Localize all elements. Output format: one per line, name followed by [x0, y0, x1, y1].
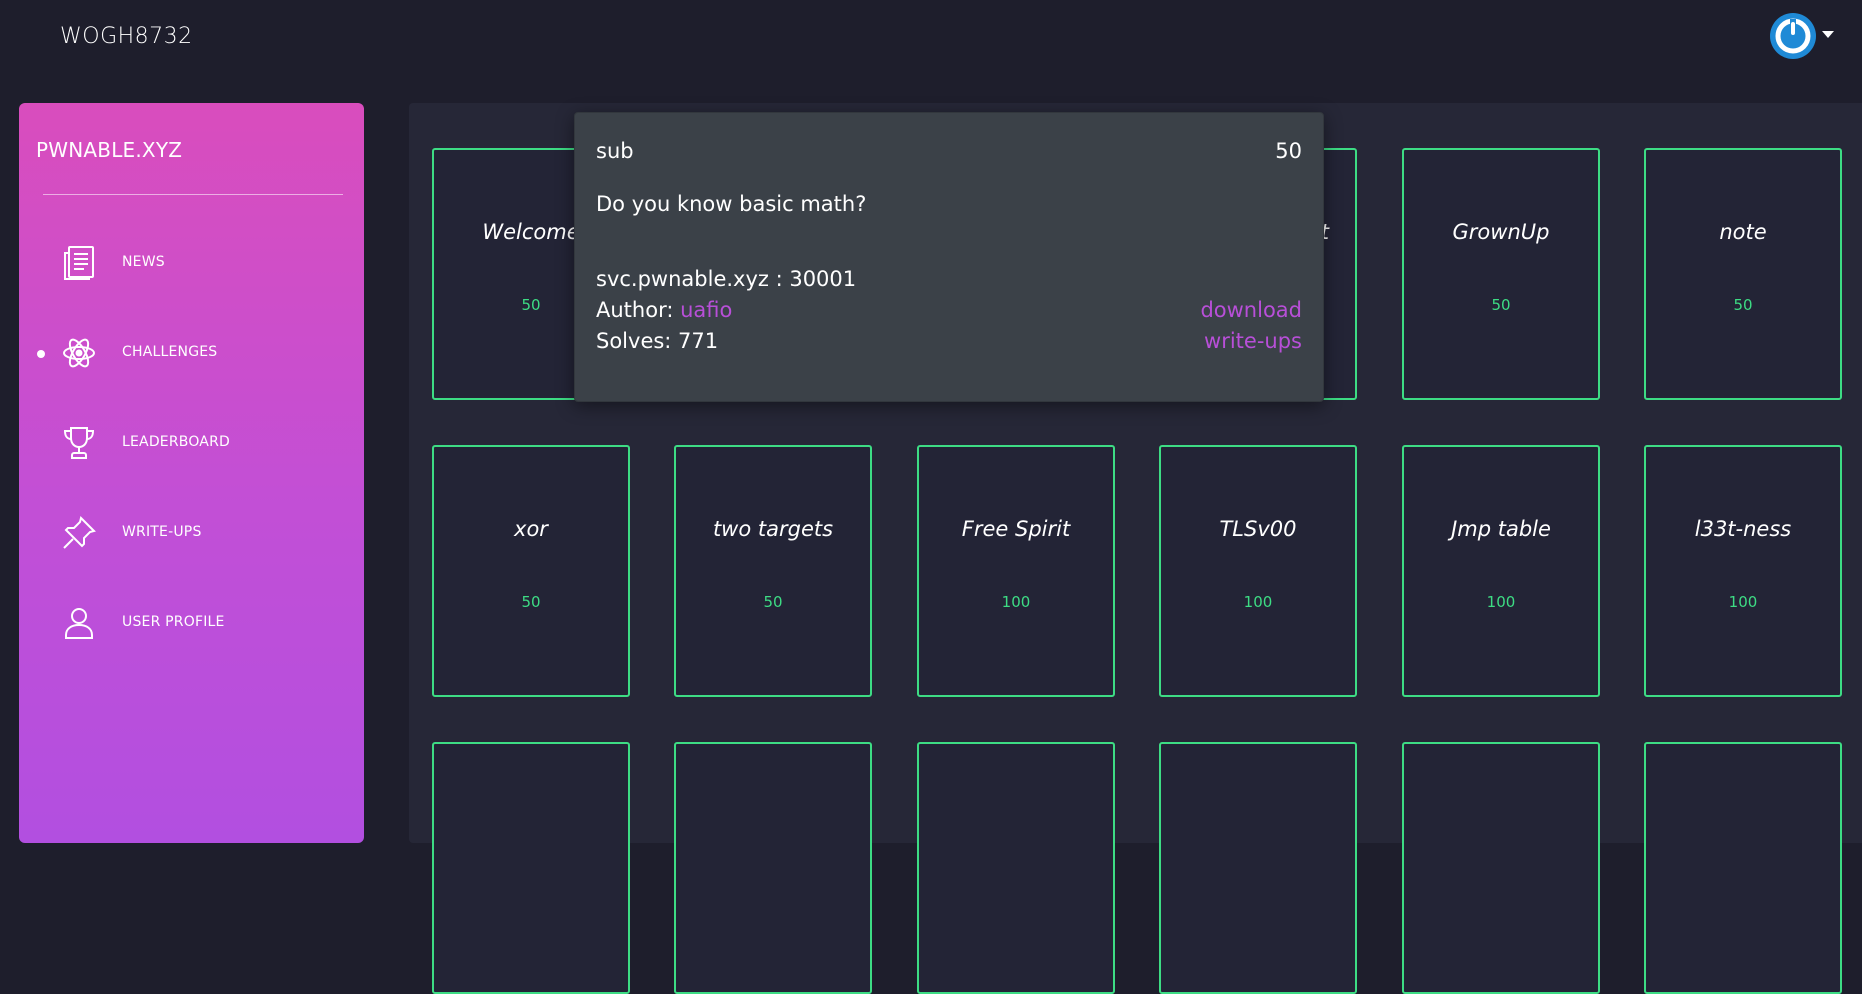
challenge-card[interactable]: GrownUp 50 — [1402, 148, 1600, 400]
challenge-points: 100 — [1728, 593, 1758, 611]
username: WOGH8732 — [60, 24, 193, 49]
challenge-name: l33t-ness — [1694, 517, 1792, 541]
atom-icon — [61, 335, 97, 371]
sidebar-item-news[interactable]: NEWS — [19, 233, 364, 293]
challenge-card[interactable]: l33t-ness 100 — [1644, 445, 1842, 697]
popover-title: sub — [596, 139, 634, 163]
popover-service: svc.pwnable.xyz : 30001 — [596, 267, 857, 291]
challenge-points: 50 — [763, 593, 783, 611]
author-label: Author: — [596, 298, 681, 322]
sidebar: PWNABLE.XYZ NEWS CHALLENGES LEADERBOARD … — [19, 103, 364, 843]
challenge-card[interactable] — [1402, 742, 1600, 994]
challenge-name: Jmp table — [1451, 517, 1551, 541]
top-bar: WOGH8732 — [0, 0, 1862, 80]
challenge-card[interactable] — [1644, 742, 1842, 994]
challenge-name: GrownUp — [1452, 220, 1550, 244]
power-icon — [1775, 18, 1811, 54]
sidebar-item-challenges[interactable]: CHALLENGES — [19, 323, 364, 383]
challenge-card[interactable] — [432, 742, 630, 994]
challenge-points: 100 — [1486, 593, 1516, 611]
author-link[interactable]: uafio — [680, 298, 732, 322]
sidebar-item-user-profile[interactable]: USER PROFILE — [19, 593, 364, 653]
trophy-icon — [61, 425, 97, 461]
challenge-points: 50 — [521, 593, 541, 611]
challenge-name: TLSv00 — [1219, 517, 1297, 541]
challenge-card[interactable]: TLSv00 100 — [1159, 445, 1357, 697]
challenge-popover: sub 50 Do you know basic math? svc.pwnab… — [574, 112, 1324, 402]
challenge-points: 100 — [1001, 593, 1031, 611]
write-ups-link[interactable]: write-ups — [1204, 329, 1302, 353]
popover-description: Do you know basic math? — [596, 192, 867, 216]
news-icon — [61, 245, 97, 281]
popover-solves: Solves: 771 — [596, 329, 719, 353]
challenge-name: note — [1719, 220, 1767, 244]
sidebar-item-write-ups[interactable]: WRITE-UPS — [19, 503, 364, 563]
sidebar-item-label: WRITE-UPS — [122, 524, 202, 540]
brand-divider — [43, 194, 343, 195]
challenge-card[interactable] — [917, 742, 1115, 994]
download-link[interactable]: download — [1200, 298, 1302, 322]
power-button[interactable] — [1770, 13, 1816, 59]
challenge-points: 50 — [1733, 296, 1753, 314]
sidebar-item-label: LEADERBOARD — [122, 434, 230, 450]
challenge-card[interactable] — [674, 742, 872, 994]
challenge-card[interactable]: Free Spirit 100 — [917, 445, 1115, 697]
challenge-name: xor — [514, 517, 548, 541]
user-icon — [61, 605, 97, 641]
sidebar-item-label: NEWS — [122, 254, 165, 270]
challenge-card[interactable] — [1159, 742, 1357, 994]
brand-title[interactable]: PWNABLE.XYZ — [36, 138, 182, 162]
challenge-card[interactable]: two targets 50 — [674, 445, 872, 697]
popover-score: 50 — [1275, 139, 1302, 163]
caret-down-icon[interactable] — [1822, 31, 1834, 38]
challenge-points: 100 — [1243, 593, 1273, 611]
challenge-name: two targets — [712, 517, 834, 541]
popover-author-line: Author: uafio — [596, 298, 732, 322]
challenge-card[interactable]: note 50 — [1644, 148, 1842, 400]
sidebar-item-leaderboard[interactable]: LEADERBOARD — [19, 413, 364, 473]
challenge-card[interactable]: Jmp table 100 — [1402, 445, 1600, 697]
pin-icon — [61, 515, 97, 551]
challenge-card[interactable]: xor 50 — [432, 445, 630, 697]
challenge-points: 50 — [1491, 296, 1511, 314]
sidebar-item-label: CHALLENGES — [122, 344, 218, 360]
active-indicator-dot — [37, 350, 45, 358]
challenge-name: Free Spirit — [961, 517, 1071, 541]
sidebar-item-label: USER PROFILE — [122, 614, 225, 630]
